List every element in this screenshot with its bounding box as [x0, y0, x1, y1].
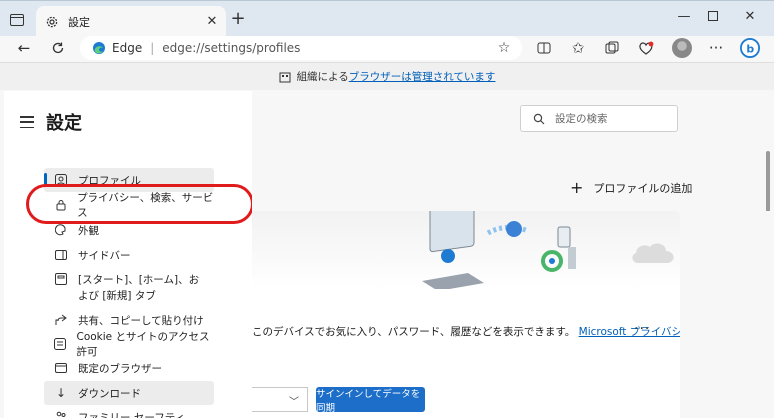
- address-bar[interactable]: Edge | edge://settings/profiles ☆: [80, 36, 522, 60]
- gear-icon: [44, 14, 60, 30]
- address-separator: |: [150, 41, 155, 55]
- settings-sidebar: 設定 プロファイル プライバシー、検索、サービス 外観 サイドバー [スタート]…: [4, 91, 252, 418]
- sidebar-item-cookies[interactable]: Cookie とサイトのアクセス許可: [44, 331, 214, 358]
- title-bar: 設定 ✕ + — ✕: [0, 0, 774, 37]
- cookie-icon: [54, 337, 67, 351]
- split-screen-icon[interactable]: [534, 38, 554, 58]
- building-icon: [279, 71, 291, 83]
- profile-card: このデバイスでお気に入り、パスワード、履歴などを表示できます。 Microsof…: [252, 211, 680, 418]
- close-window-button[interactable]: ✕: [736, 6, 764, 26]
- sidebar-item-label: サイドバー: [78, 249, 131, 262]
- sidebar-header: 設定: [20, 109, 82, 135]
- start-home-icon: [54, 272, 68, 286]
- content-gutter: [680, 211, 774, 418]
- browser-essentials-icon[interactable]: [636, 38, 656, 58]
- sidebar-item-label: ダウンロード: [78, 387, 141, 400]
- banner-prefix: 組織による: [296, 71, 349, 83]
- bing-copilot-icon[interactable]: b: [740, 38, 760, 58]
- page-title: 設定: [46, 113, 82, 134]
- description-text: このデバイスでお気に入り、パスワード、履歴などを表示できます。: [252, 326, 576, 338]
- profile-hero-illustration: [252, 211, 680, 291]
- plus-icon: +: [570, 178, 584, 197]
- more-options-icon[interactable]: ···: [634, 321, 650, 337]
- edge-logo-icon: [92, 41, 106, 55]
- svg-text:b: b: [746, 43, 754, 56]
- tab-title: 設定: [68, 15, 90, 29]
- privacy-link[interactable]: Microsoft プライバシ: [579, 326, 680, 338]
- refresh-icon[interactable]: [48, 38, 68, 58]
- back-icon[interactable]: ←: [14, 38, 34, 58]
- tab-actions-icon[interactable]: [6, 10, 28, 30]
- add-profile-label: プロファイルの追加: [593, 182, 693, 195]
- sidebar-item-label: Cookie とサイトのアクセス許可: [76, 331, 210, 358]
- managed-banner: 組織による ブラウザーは管理されています: [0, 62, 774, 90]
- download-icon: ↓: [55, 386, 67, 400]
- minimize-button[interactable]: —: [670, 6, 698, 26]
- appearance-icon: [54, 223, 68, 237]
- highlight-annotation: [26, 184, 254, 224]
- close-tab-icon[interactable]: ✕: [204, 13, 220, 29]
- family-icon: [54, 410, 68, 418]
- chevron-down-icon: ﹀: [289, 397, 299, 408]
- add-profile-button[interactable]: + プロファイルの追加: [570, 180, 692, 196]
- address-label: Edge: [112, 41, 143, 55]
- search-input[interactable]: 設定の検索: [520, 105, 678, 132]
- address-url: edge://settings/profiles: [162, 41, 301, 55]
- sidebar-icon: [54, 248, 68, 262]
- menu-icon[interactable]: [20, 116, 34, 128]
- profile-description: このデバイスでお気に入り、パスワード、履歴などを表示できます。 Microsof…: [252, 324, 680, 339]
- sidebar-item-label: 共有、コピーして貼り付け: [78, 314, 204, 327]
- sidebar-item-label: ファミリー セーフティ: [78, 411, 186, 418]
- main-content: 設定の検索 + プロファイルの追加 このデバイスでお気に入り、パスワード、履歴な…: [252, 91, 774, 418]
- managed-link[interactable]: ブラウザーは管理されています: [349, 69, 496, 84]
- sidebar-item-start-home[interactable]: [スタート]、[ホーム]、および [新規] タブ: [44, 268, 214, 308]
- sidebar-item-label: 既定のブラウザー: [78, 362, 162, 375]
- maximize-button[interactable]: [699, 6, 727, 26]
- sidebar-item-label: [スタート]、[ホーム]、および [新規] タブ: [78, 274, 200, 302]
- sidebar-item-sidebar[interactable]: サイドバー: [44, 243, 214, 267]
- search-placeholder: 設定の検索: [555, 113, 608, 125]
- sign-in-sync-button[interactable]: サインインしてデータを同期: [316, 387, 425, 414]
- favorite-star-icon[interactable]: ☆: [496, 40, 512, 56]
- more-options-icon[interactable]: ···: [706, 38, 726, 58]
- cloud-icon: [632, 243, 674, 263]
- sidebar-item-label: 外観: [78, 224, 99, 237]
- favorites-icon[interactable]: ✩: [568, 38, 588, 58]
- share-icon: [54, 313, 68, 327]
- default-browser-icon: [54, 361, 68, 375]
- sidebar-item-family[interactable]: ファミリー セーフティ: [44, 405, 214, 418]
- sidebar-item-default-browser[interactable]: 既定のブラウザー: [44, 356, 214, 380]
- search-icon: [533, 113, 545, 125]
- navigation-bar: ← Edge | edge://settings/profiles ☆ ✩ ··…: [0, 36, 774, 60]
- tab-settings[interactable]: 設定 ✕: [36, 6, 226, 37]
- collections-icon[interactable]: [602, 38, 622, 58]
- avatar[interactable]: [672, 38, 692, 58]
- new-tab-button[interactable]: +: [228, 10, 248, 30]
- profile-select[interactable]: ﹀: [252, 387, 308, 412]
- sidebar-item-downloads[interactable]: ↓ ダウンロード: [44, 381, 214, 405]
